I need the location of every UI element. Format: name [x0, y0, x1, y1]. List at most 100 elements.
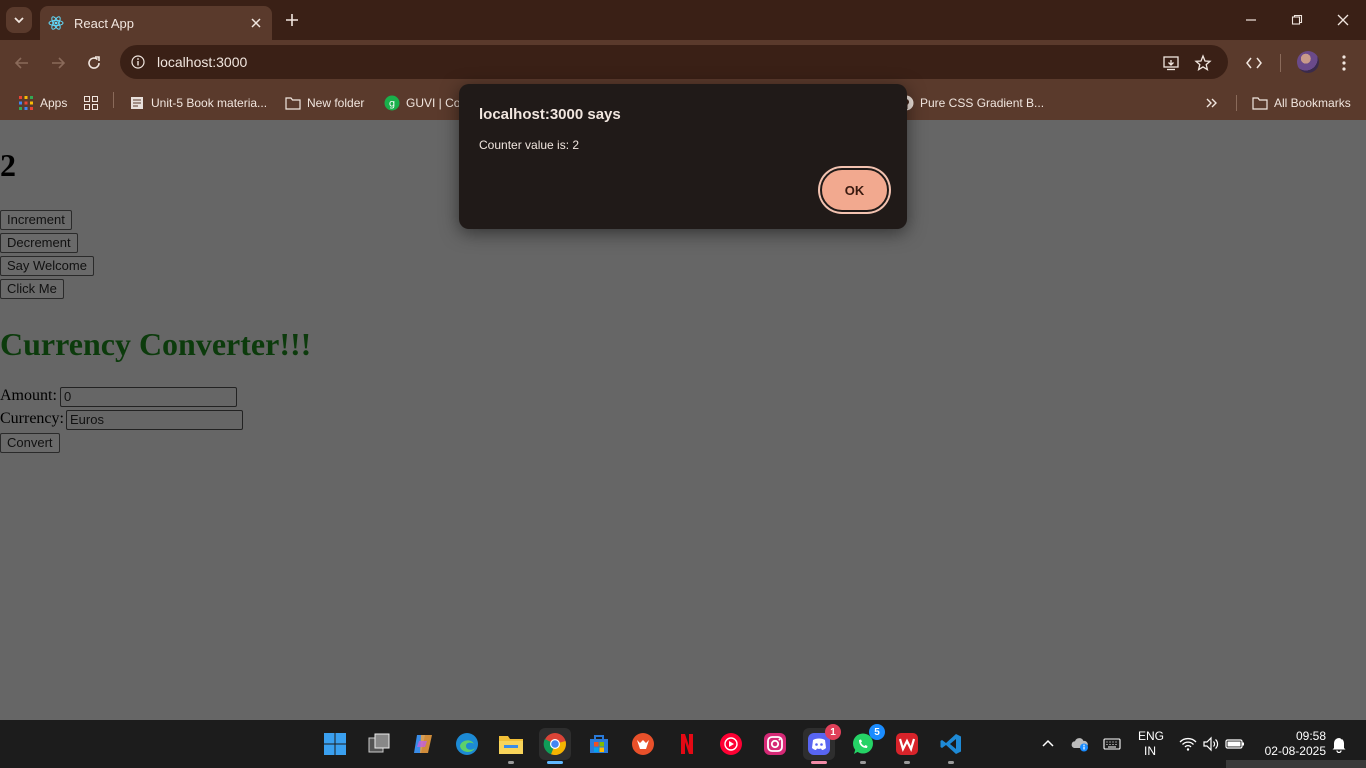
- all-bookmarks-label: All Bookmarks: [1274, 96, 1351, 110]
- whatsapp-button[interactable]: 5: [847, 724, 885, 764]
- microsoft-store-button[interactable]: [583, 728, 615, 760]
- tab-strip: React App: [0, 0, 1366, 40]
- file-explorer-button[interactable]: [495, 728, 527, 764]
- task-view-button[interactable]: [363, 728, 395, 760]
- speaker-icon: [1203, 736, 1219, 752]
- netflix-icon: [681, 734, 693, 754]
- address-bar[interactable]: localhost:3000: [120, 45, 1228, 79]
- instagram-button[interactable]: [759, 728, 791, 760]
- chrome-button[interactable]: [539, 728, 571, 764]
- browser-tab[interactable]: React App: [40, 6, 272, 40]
- more-bookmarks-button[interactable]: [1204, 94, 1226, 112]
- forward-arrow-icon: [52, 57, 66, 69]
- folder-icon: [285, 95, 301, 111]
- brave-button[interactable]: [627, 728, 659, 760]
- apps-grid-icon: [18, 95, 34, 111]
- restore-icon: [1291, 14, 1303, 25]
- vscode-icon: [940, 734, 961, 754]
- running-indicator: [860, 761, 866, 764]
- forward-button[interactable]: [47, 52, 69, 74]
- battery-charging-icon: [1225, 739, 1244, 749]
- notifications-button[interactable]: [1329, 734, 1349, 754]
- profile-avatar[interactable]: [1297, 51, 1319, 73]
- bookmark-guvi[interactable]: g GUVI | Co: [384, 94, 460, 112]
- instagram-icon: [764, 733, 786, 755]
- edge-button[interactable]: [451, 728, 483, 760]
- copilot-button[interactable]: [407, 728, 439, 760]
- edge-icon: [456, 733, 478, 755]
- url-text: localhost:3000: [157, 54, 248, 70]
- task-view-icon: [368, 733, 390, 753]
- notification-bell-icon: [1332, 735, 1346, 753]
- tab-search-button[interactable]: [6, 7, 32, 33]
- bookmark-css-gradient[interactable]: Pure CSS Gradient B...: [898, 94, 1044, 112]
- touch-keyboard-button[interactable]: [1102, 734, 1122, 754]
- reload-button[interactable]: [83, 52, 105, 74]
- onedrive-button[interactable]: [1070, 734, 1090, 754]
- bookmark-star-icon[interactable]: [1194, 54, 1212, 72]
- tab-groups-button[interactable]: [83, 94, 105, 112]
- language-indicator[interactable]: ENG IN: [1138, 729, 1165, 759]
- brave-icon: [632, 733, 654, 755]
- close-window-button[interactable]: [1332, 9, 1354, 31]
- keyboard-icon: [1103, 738, 1121, 750]
- chevron-down-icon: [14, 17, 24, 24]
- menu-button[interactable]: [1333, 52, 1355, 74]
- start-button[interactable]: [319, 728, 351, 760]
- devtools-button[interactable]: [1243, 52, 1265, 74]
- say-welcome-button[interactable]: Say Welcome: [0, 256, 94, 276]
- counter-value: 2: [0, 147, 16, 183]
- bookmark-unit5[interactable]: Unit-5 Book materia...: [129, 94, 267, 112]
- youtube-music-icon: [720, 733, 742, 755]
- react-icon: [48, 15, 64, 31]
- volume-status[interactable]: [1201, 734, 1221, 754]
- tab-title: React App: [74, 15, 134, 31]
- converter-title: Currency Converter!!!: [0, 326, 312, 362]
- bookmark-apps[interactable]: Apps: [18, 94, 67, 112]
- netflix-button[interactable]: [671, 728, 703, 760]
- ok-button[interactable]: OK: [820, 168, 889, 212]
- discord-button[interactable]: 1: [803, 724, 841, 764]
- file-explorer-icon: [499, 736, 523, 754]
- wifi-status[interactable]: [1178, 734, 1198, 754]
- running-indicator: [948, 761, 954, 764]
- restore-button[interactable]: [1286, 9, 1308, 31]
- clock[interactable]: 09:58 02-08-2025: [1256, 729, 1326, 759]
- minimize-button[interactable]: [1240, 9, 1262, 31]
- discord-badge: 1: [825, 724, 841, 740]
- decrement-button[interactable]: Decrement: [0, 233, 78, 253]
- code-icon: [1246, 57, 1262, 69]
- convert-button[interactable]: Convert: [0, 433, 60, 453]
- click-me-button[interactable]: Click Me: [0, 279, 64, 299]
- show-hidden-icons-button[interactable]: [1038, 734, 1058, 754]
- taskbar-edge: [1226, 760, 1366, 768]
- battery-status[interactable]: [1225, 734, 1245, 754]
- copilot-icon: [414, 735, 432, 753]
- toolbar-divider: [1280, 54, 1281, 72]
- all-bookmarks-button[interactable]: All Bookmarks: [1252, 94, 1351, 112]
- region-code: IN: [1144, 744, 1156, 758]
- wps-office-button[interactable]: [891, 728, 923, 764]
- increment-button[interactable]: Increment: [0, 210, 72, 230]
- language-code: ENG: [1138, 729, 1165, 743]
- youtube-music-button[interactable]: [715, 728, 747, 760]
- amount-input[interactable]: 0: [60, 387, 237, 407]
- alert-dialog: localhost:3000 says Counter value is: 2 …: [459, 84, 907, 229]
- reload-icon: [88, 56, 100, 69]
- vscode-button[interactable]: [935, 728, 967, 764]
- bookmark-divider: [1236, 95, 1237, 111]
- tab-close-icon[interactable]: [248, 15, 264, 31]
- bookmark-label: New folder: [307, 96, 365, 110]
- new-tab-button[interactable]: [282, 10, 302, 30]
- bookmark-label: Unit-5 Book materia...: [151, 96, 268, 110]
- install-app-icon[interactable]: [1162, 54, 1180, 72]
- guvi-icon: g: [384, 95, 400, 111]
- taskbar: 1 5 ENG IN 09:58 02-08-2025: [0, 720, 1366, 768]
- back-button[interactable]: [11, 52, 33, 74]
- chrome-icon: [543, 733, 566, 756]
- bookmark-new-folder[interactable]: New folder: [285, 94, 364, 112]
- running-indicator: [904, 761, 910, 764]
- currency-input[interactable]: Euros: [66, 410, 243, 430]
- site-info-icon[interactable]: [130, 54, 146, 70]
- clock-date: 02-08-2025: [1264, 744, 1326, 758]
